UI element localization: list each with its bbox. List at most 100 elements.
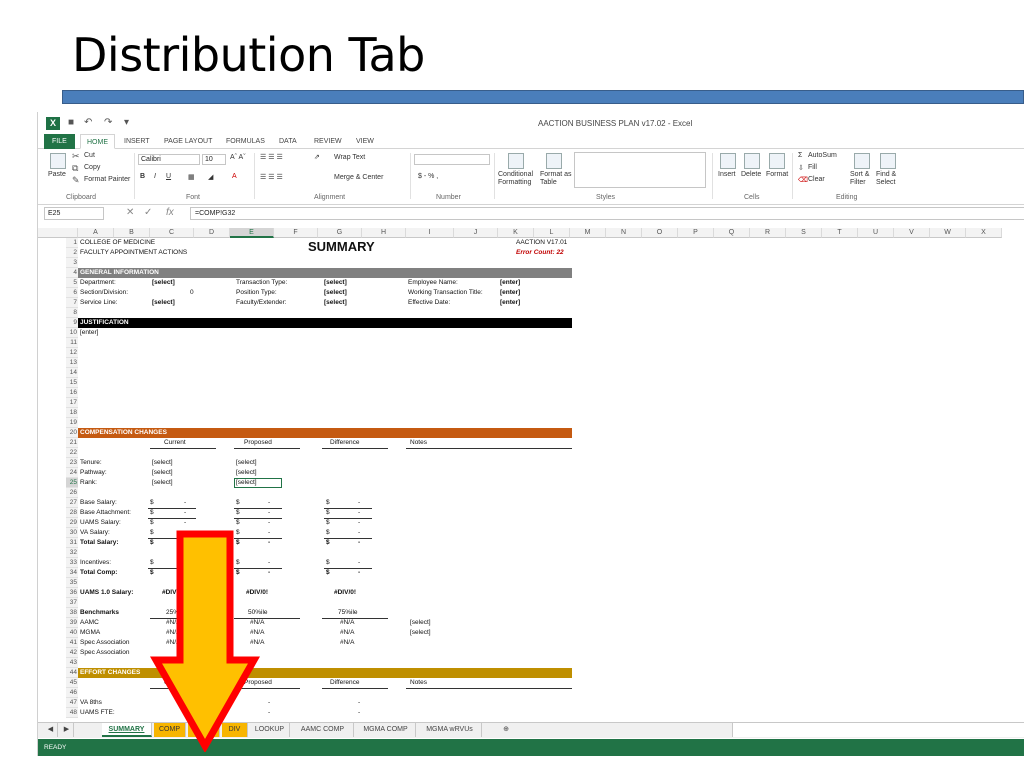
column-header[interactable]: H xyxy=(362,228,406,238)
row-header[interactable]: 12 xyxy=(66,348,78,359)
faculty-extender-value[interactable]: [select] xyxy=(324,298,347,308)
row-header[interactable]: 4 xyxy=(66,268,78,279)
font-color-icon[interactable]: A xyxy=(232,173,237,180)
row-header[interactable]: 17 xyxy=(66,398,78,409)
sheet-tab-aamc-comp[interactable]: AAMC COMP xyxy=(292,723,354,737)
fill-color-icon[interactable]: ◢ xyxy=(208,173,213,181)
employee-name-value[interactable]: [enter] xyxy=(500,278,520,288)
cancel-icon[interactable]: ✕ xyxy=(126,207,134,218)
row-header[interactable]: 26 xyxy=(66,488,78,499)
add-sheet-icon[interactable]: ⊕ xyxy=(496,723,516,737)
column-header[interactable]: T xyxy=(822,228,858,238)
row-header[interactable]: 18 xyxy=(66,408,78,419)
row-header[interactable]: 24 xyxy=(66,468,78,479)
orientation-icon[interactable]: ⇗ xyxy=(314,153,320,161)
column-header[interactable]: J xyxy=(454,228,498,238)
pathway-current[interactable]: [select] xyxy=(152,468,173,478)
number-format-select[interactable] xyxy=(414,154,490,165)
column-header[interactable]: S xyxy=(786,228,822,238)
column-header[interactable]: M xyxy=(570,228,606,238)
column-header[interactable]: P xyxy=(678,228,714,238)
column-header[interactable]: C xyxy=(150,228,194,238)
transaction-type-value[interactable]: [select] xyxy=(324,278,347,288)
column-header[interactable]: U xyxy=(858,228,894,238)
find-select-button[interactable]: Find & Select xyxy=(876,171,900,187)
row-header[interactable]: 31 xyxy=(66,538,78,549)
row-header[interactable]: 2 xyxy=(66,248,78,259)
enter-icon[interactable]: ✓ xyxy=(144,207,152,218)
format-table-button[interactable]: Format as Table xyxy=(540,171,572,187)
row-header[interactable]: 37 xyxy=(66,598,78,609)
undo-icon[interactable]: ↶ xyxy=(84,117,92,128)
row-header[interactable]: 47 xyxy=(66,698,78,709)
customize-qat-icon[interactable]: ▾ xyxy=(124,117,129,128)
row-header[interactable]: 20 xyxy=(66,428,78,439)
tab-data[interactable]: DATA xyxy=(279,134,297,149)
row-header[interactable]: 1 xyxy=(66,238,78,249)
column-header[interactable]: D xyxy=(194,228,230,238)
service-line-value[interactable]: [select] xyxy=(152,298,175,308)
column-header[interactable]: F xyxy=(274,228,318,238)
tab-formulas[interactable]: FORMULAS xyxy=(226,134,265,149)
save-icon[interactable]: ■ xyxy=(68,117,74,128)
column-header[interactable]: V xyxy=(894,228,930,238)
row-header[interactable]: 34 xyxy=(66,568,78,579)
row-header[interactable]: 3 xyxy=(66,258,78,269)
row-header[interactable]: 13 xyxy=(66,358,78,369)
row-header[interactable]: 36 xyxy=(66,588,78,599)
redo-icon[interactable]: ↷ xyxy=(104,117,112,128)
row-header[interactable]: 40 xyxy=(66,628,78,639)
insert-cells-button[interactable]: Insert xyxy=(718,171,736,178)
accounting-format-button[interactable]: $ - % , xyxy=(418,173,438,180)
department-value[interactable]: [select] xyxy=(152,278,175,288)
bold-button[interactable]: B xyxy=(140,173,145,180)
aamc-notes-select[interactable]: [select] xyxy=(410,618,431,628)
row-header[interactable]: 44 xyxy=(66,668,78,679)
working-title-value[interactable]: [enter] xyxy=(500,288,520,298)
align-left-icon[interactable]: ☰ ☰ ☰ xyxy=(260,173,283,181)
row-header[interactable]: 25 xyxy=(66,478,78,489)
row-header[interactable]: 5 xyxy=(66,278,78,289)
selected-cell-e25[interactable] xyxy=(234,478,282,488)
font-size-select[interactable]: 10 xyxy=(202,154,226,165)
sheet-tab-summary[interactable]: SUMMARY xyxy=(102,723,152,737)
row-header[interactable]: 29 xyxy=(66,518,78,529)
column-header[interactable]: B xyxy=(114,228,150,238)
format-cells-button[interactable]: Format xyxy=(766,171,788,178)
delete-cells-button[interactable]: Delete xyxy=(741,171,761,178)
row-header[interactable]: 19 xyxy=(66,418,78,429)
copy-button[interactable]: Copy xyxy=(84,164,100,171)
row-header[interactable]: 22 xyxy=(66,448,78,459)
row-header[interactable]: 33 xyxy=(66,558,78,569)
horizontal-scrollbar[interactable] xyxy=(732,723,1024,737)
tab-page-layout[interactable]: PAGE LAYOUT xyxy=(164,134,212,149)
row-header[interactable]: 39 xyxy=(66,618,78,629)
row-header[interactable]: 48 xyxy=(66,708,78,719)
column-header[interactable]: E xyxy=(230,228,274,238)
column-header[interactable]: O xyxy=(642,228,678,238)
row-header[interactable]: 21 xyxy=(66,438,78,449)
rank-current[interactable]: [select] xyxy=(152,478,173,488)
row-header[interactable]: 16 xyxy=(66,388,78,399)
column-header[interactable]: Q xyxy=(714,228,750,238)
italic-button[interactable]: I xyxy=(154,173,156,180)
font-grow-icon[interactable]: Aˆ Aˇ xyxy=(230,154,246,161)
tab-review[interactable]: REVIEW xyxy=(314,134,342,149)
column-header[interactable]: X xyxy=(966,228,1002,238)
tab-file[interactable]: FILE xyxy=(44,134,75,149)
effective-date-value[interactable]: [enter] xyxy=(500,298,520,308)
row-header[interactable]: 27 xyxy=(66,498,78,509)
sheet-tab-mgma-wrvus[interactable]: MGMA wRVUs xyxy=(418,723,482,737)
column-header[interactable]: W xyxy=(930,228,966,238)
row-header[interactable]: 30 xyxy=(66,528,78,539)
tab-view[interactable]: VIEW xyxy=(356,134,374,149)
format-painter-button[interactable]: Format Painter xyxy=(84,176,130,183)
borders-icon[interactable]: ▦ xyxy=(188,173,195,181)
merge-center-button[interactable]: Merge & Center xyxy=(334,174,383,181)
row-header[interactable]: 28 xyxy=(66,508,78,519)
position-type-value[interactable]: [select] xyxy=(324,288,347,298)
pathway-proposed[interactable]: [select] xyxy=(236,468,257,478)
sort-filter-button[interactable]: Sort & Filter xyxy=(850,171,872,187)
tab-insert[interactable]: INSERT xyxy=(124,134,150,149)
tenure-proposed[interactable]: [select] xyxy=(236,458,257,468)
